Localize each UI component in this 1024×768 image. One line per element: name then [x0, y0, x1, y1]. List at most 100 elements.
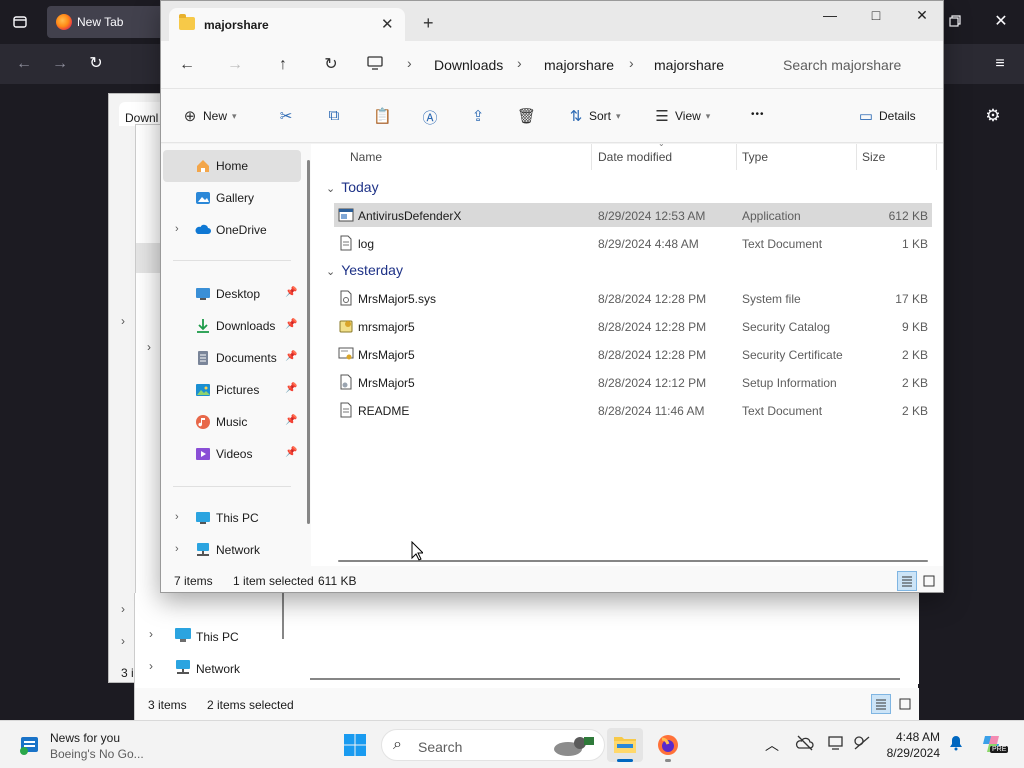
nav-item-pictures[interactable]: Pictures 📌	[163, 374, 301, 406]
taskbar-search-box[interactable]: ⌕ Search	[381, 729, 605, 761]
details-pane-button[interactable]: ▭ Details	[857, 107, 916, 125]
taskbar-file-explorer[interactable]	[607, 728, 643, 762]
background-v-scrollbar[interactable]	[282, 593, 284, 639]
column-divider[interactable]	[736, 144, 737, 170]
delete-button[interactable]: 🗑	[517, 107, 536, 125]
column-header-date-modified[interactable]: Date modified	[598, 150, 672, 164]
pin-icon[interactable]: 📌	[285, 383, 297, 394]
column-divider[interactable]	[856, 144, 857, 170]
horizontal-scrollbar[interactable]	[338, 560, 928, 562]
file-row[interactable]: mrsmajor5 8/28/2024 12:28 PM Security Ca…	[334, 314, 932, 338]
list-all-tabs-icon[interactable]	[12, 14, 28, 34]
search-input[interactable]: Search majorshare	[772, 49, 943, 81]
details-view-toggle[interactable]	[897, 571, 917, 591]
tiles-view-toggle[interactable]	[895, 694, 915, 714]
nav-item-music[interactable]: Music 📌	[163, 406, 301, 438]
see-more-button[interactable]: •••	[751, 109, 765, 127]
nav-item-downloads[interactable]: Downloads 📌	[163, 310, 301, 342]
column-header-size[interactable]: Size	[862, 150, 885, 164]
pin-icon[interactable]: 📌	[285, 415, 297, 426]
group-header-today[interactable]: ⌄ Today	[326, 179, 379, 195]
settings-gear-icon[interactable]: ⚙	[984, 107, 1002, 124]
file-row[interactable]: log 8/29/2024 4:48 AM Text Document 1 KB	[334, 231, 932, 255]
breadcrumb-downloads[interactable]: Downloads	[434, 57, 503, 73]
onedrive-offline-icon[interactable]	[795, 735, 815, 754]
expand-chevron-icon[interactable]: ›	[175, 543, 179, 555]
close-browser-icon[interactable]: ✕	[993, 14, 1009, 30]
rename-button[interactable]: Ⓐ	[421, 107, 439, 127]
collapse-chevron-icon[interactable]: ⌄	[326, 183, 335, 195]
nav-item-this-pc[interactable]: › This PC	[163, 502, 301, 534]
file-row[interactable]: MrsMajor5 8/28/2024 12:12 PM Setup Infor…	[334, 370, 932, 394]
up-button[interactable]: ↑	[273, 55, 293, 75]
file-row[interactable]: README 8/28/2024 11:46 AM Text Document …	[334, 398, 932, 422]
notification-bell-icon[interactable]	[948, 735, 964, 754]
paste-button[interactable]: 📋	[373, 107, 392, 125]
close-tab-icon[interactable]: ✕	[381, 15, 394, 33]
group-header-yesterday[interactable]: ⌄ Yesterday	[326, 262, 403, 278]
explorer-tab-majorshare[interactable]: majorshare ✕	[169, 8, 405, 41]
tiles-view-toggle[interactable]	[919, 571, 939, 591]
expand-chevron-icon[interactable]: ›	[175, 511, 179, 523]
clock[interactable]: 4:48 AM 8/29/2024	[880, 729, 940, 761]
nav-item-videos[interactable]: Videos 📌	[163, 438, 301, 470]
display-icon[interactable]	[828, 735, 846, 754]
refresh-button[interactable]: ↻	[321, 55, 341, 75]
view-button[interactable]: ☰ View ▾	[653, 107, 710, 125]
nav-item-network[interactable]: › Network	[163, 534, 301, 566]
expand-chevron-icon[interactable]: ›	[149, 627, 153, 641]
network-status-icon[interactable]	[853, 735, 871, 754]
copy-button[interactable]: ⧉	[325, 107, 343, 125]
back-icon[interactable]: ←	[15, 56, 33, 72]
file-row[interactable]: MrsMajor5 8/28/2024 12:28 PM Security Ce…	[334, 342, 932, 366]
restore-window-icon[interactable]	[947, 14, 963, 32]
show-hidden-icons-chevron-icon[interactable]: ︿	[765, 735, 779, 755]
forward-icon[interactable]: →	[51, 56, 69, 72]
copilot-icon[interactable]: PRE	[980, 731, 1009, 760]
details-view-toggle[interactable]	[871, 694, 891, 714]
pin-icon[interactable]: 📌	[285, 447, 297, 458]
breadcrumb-chevron-icon[interactable]: ›	[407, 55, 412, 71]
expand-chevron-icon[interactable]: ›	[147, 340, 151, 354]
background-h-scrollbar[interactable]	[310, 678, 900, 680]
nav-item-home[interactable]: Home	[163, 150, 301, 182]
nav-scrollbar[interactable]	[307, 160, 310, 524]
column-header-name[interactable]: Name	[350, 150, 382, 164]
breadcrumb-majorshare-current[interactable]: majorshare	[654, 57, 724, 73]
expand-chevron-icon[interactable]: ›	[175, 223, 179, 235]
start-button[interactable]	[343, 733, 367, 760]
collapse-chevron-icon[interactable]: ⌄	[326, 266, 335, 278]
cut-button[interactable]: ✂	[277, 107, 295, 125]
breadcrumb-chevron-icon[interactable]: ›	[629, 55, 634, 71]
back-button[interactable]: ←	[177, 55, 197, 75]
background-nav-network[interactable]: Network	[175, 657, 295, 681]
background-nav-this-pc[interactable]: This PC	[175, 625, 295, 649]
column-divider[interactable]	[936, 144, 937, 170]
expand-chevron-icon[interactable]: ›	[121, 602, 125, 616]
this-pc-icon[interactable]	[366, 54, 384, 75]
forward-button[interactable]: →	[225, 55, 245, 75]
minimize-button[interactable]: —	[807, 7, 853, 27]
maximize-button[interactable]: □	[853, 7, 899, 27]
new-button[interactable]: ⊕ New ▾	[181, 107, 237, 125]
pin-icon[interactable]: 📌	[285, 319, 297, 330]
expand-chevron-icon[interactable]: ›	[149, 659, 153, 673]
expand-chevron-icon[interactable]: ›	[121, 634, 125, 648]
menu-icon[interactable]: ≡	[991, 56, 1009, 72]
expand-chevron-icon[interactable]: ›	[121, 314, 125, 328]
file-row[interactable]: MrsMajor5.sys 8/28/2024 12:28 PM System …	[334, 286, 932, 310]
nav-item-documents[interactable]: Documents 📌	[163, 342, 301, 374]
sort-button[interactable]: ⇅ Sort ▾	[567, 107, 621, 125]
breadcrumb-majorshare-parent[interactable]: majorshare	[544, 57, 614, 73]
nav-item-onedrive[interactable]: › OneDrive	[163, 214, 301, 246]
new-tab-button[interactable]: +	[423, 14, 434, 32]
breadcrumb-chevron-icon[interactable]: ›	[517, 55, 522, 71]
taskbar-firefox[interactable]	[650, 728, 686, 762]
pin-icon[interactable]: 📌	[285, 351, 297, 362]
close-window-button[interactable]: ✕	[899, 7, 943, 27]
nav-item-desktop[interactable]: Desktop 📌	[163, 278, 301, 310]
reload-icon[interactable]: ↻	[87, 56, 105, 72]
file-row[interactable]: AntivirusDefenderX 8/29/2024 12:53 AM Ap…	[334, 203, 932, 227]
firefox-tab-new-tab[interactable]: New Tab	[47, 6, 167, 38]
share-button[interactable]: ⇪	[469, 107, 487, 125]
